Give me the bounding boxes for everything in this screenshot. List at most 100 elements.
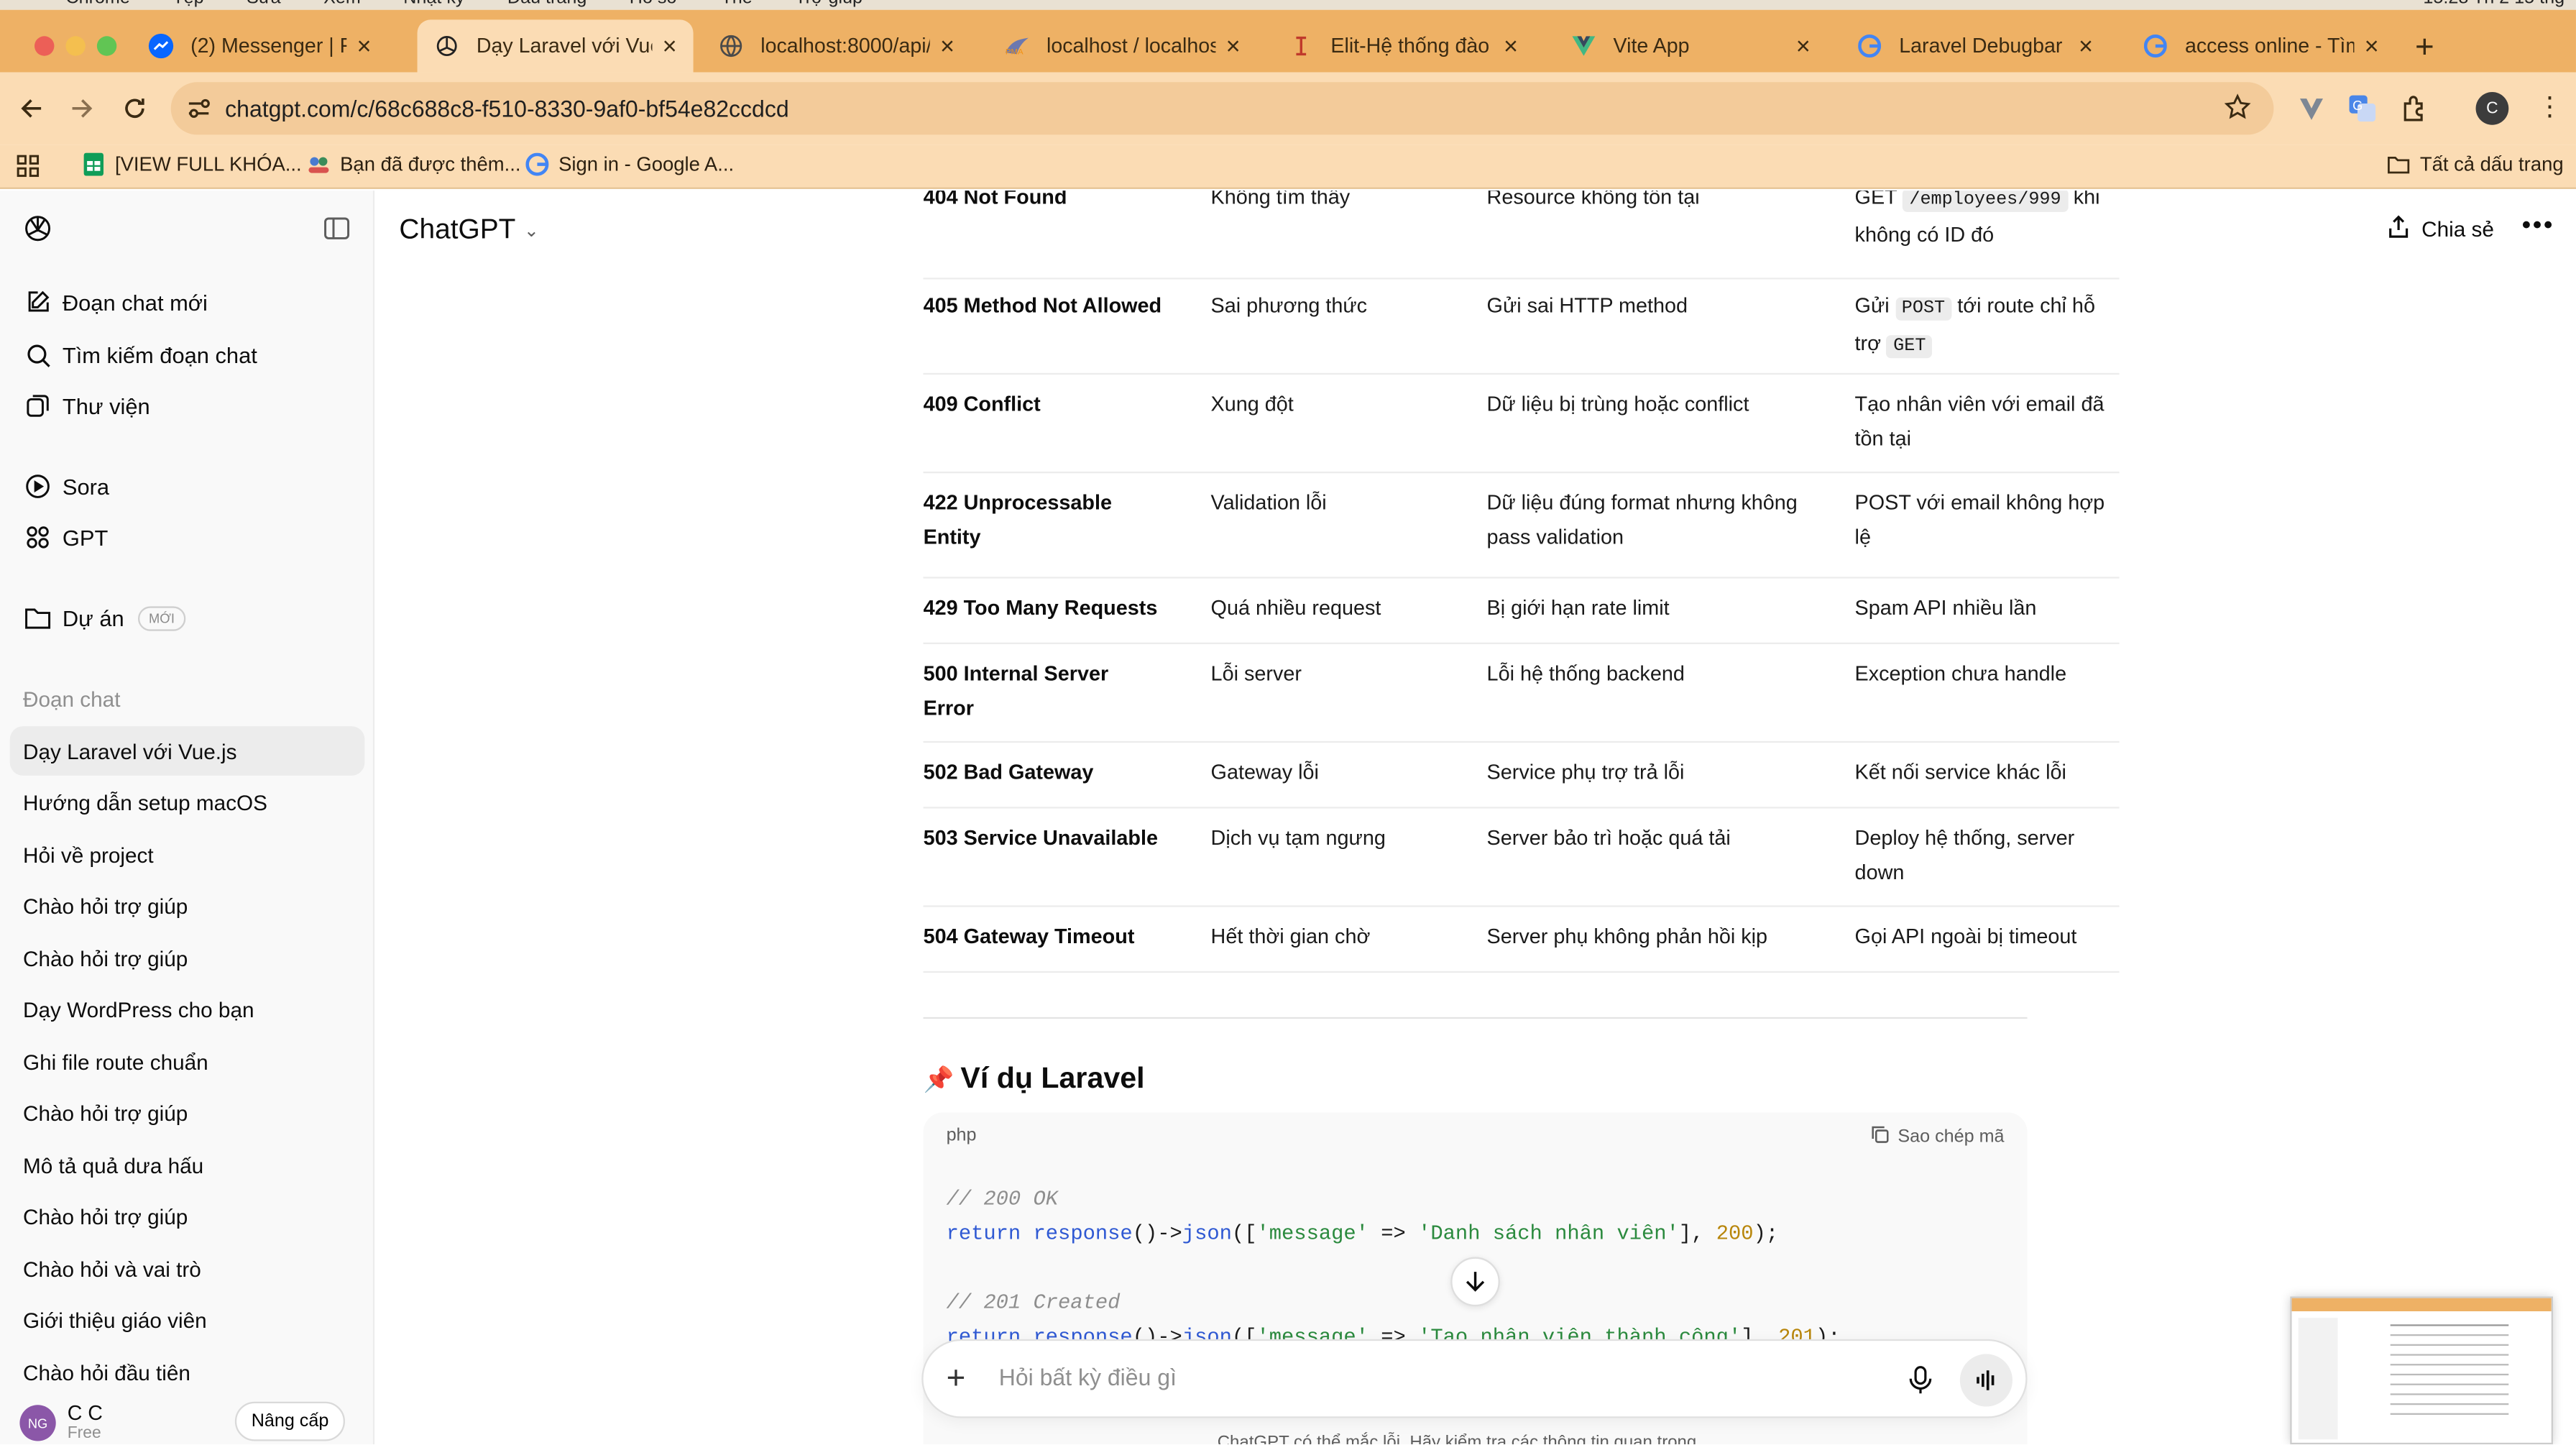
new-tab-button[interactable]: +: [2415, 31, 2434, 64]
chat-item[interactable]: Chào hỏi trợ giúp: [10, 933, 365, 983]
apps-grid-icon[interactable]: [17, 155, 40, 185]
voice-mode-button[interactable]: [1959, 1354, 2012, 1407]
chat-item[interactable]: Mô tả quả dưa hấu: [10, 1140, 365, 1190]
chat-item[interactable]: Giới thiệu giáo viên: [10, 1295, 365, 1345]
menu-item[interactable]: Xem: [323, 0, 361, 8]
code-token: 'Danh sách nhân viên': [1418, 1222, 1679, 1246]
menu-item[interactable]: Sửa: [247, 0, 281, 8]
reload-button[interactable]: [119, 92, 152, 125]
openai-logo-icon[interactable]: [23, 214, 52, 252]
browser-tab[interactable]: Laravel Debugbar Chr ×: [1840, 19, 2110, 72]
chrome-menu-icon[interactable]: ⋮: [2536, 91, 2563, 124]
browser-tab[interactable]: Elit-Hệ thống đào tạo t ×: [1271, 19, 1535, 72]
menu-item[interactable]: Hồ sơ: [630, 0, 678, 8]
prompt-input[interactable]: [998, 1364, 1821, 1390]
sidebar-item-tim-kiem-doan-chat[interactable]: Tìm kiếm đoạn chat: [10, 330, 365, 380]
google-icon: [2143, 33, 2169, 60]
chat-item[interactable]: Hỏi về project: [10, 830, 365, 879]
minimize-window-button[interactable]: [65, 36, 86, 56]
example-cell: Gửi POST tới route chỉ hỗ trợ GET: [1855, 289, 2118, 364]
screenshot-thumbnail[interactable]: [2290, 1296, 2553, 1445]
zoom-window-button[interactable]: [96, 36, 117, 56]
extensions-icon[interactable]: [2400, 93, 2429, 132]
sidebar: Đoạn chat mới Tìm kiếm đoạn chat Thư viện S…: [0, 191, 375, 1445]
menu-item[interactable]: Thẻ: [721, 0, 752, 8]
cell-line: 504 Gateway Timeout: [923, 925, 1135, 948]
menu-item[interactable]: Trợ giúp: [795, 0, 862, 8]
model-selector[interactable]: ChatGPT ⌄: [399, 214, 538, 247]
chat-item[interactable]: Chào hỏi đầu tiên: [10, 1347, 365, 1397]
extension-v-icon[interactable]: [2296, 93, 2326, 132]
status-code-cell: 405 Method Not Allowed: [924, 289, 1203, 324]
sidebar-item-gpt[interactable]: GPT: [10, 513, 365, 562]
close-tab-icon[interactable]: ×: [1796, 32, 1811, 60]
menu-item[interactable]: Tệp: [172, 0, 203, 8]
forward-button[interactable]: [65, 92, 98, 125]
chat-item[interactable]: Ghi file route chuẩn: [10, 1037, 365, 1086]
upgrade-button[interactable]: Nâng cấp: [234, 1401, 346, 1441]
status-code-cell: 503 Service Unavailable: [924, 822, 1203, 856]
chat-item[interactable]: Dạy Laravel với Vue.js: [9, 726, 365, 776]
share-button[interactable]: Chia sẻ: [2387, 215, 2494, 243]
code-comment: // 200 OK: [946, 1188, 1059, 1211]
cell-line: không có ID đó: [1854, 223, 1995, 247]
chat-item[interactable]: Chào hỏi trợ giúp: [10, 881, 365, 931]
example-cell: POST với email không hợp lệ: [1855, 487, 2118, 556]
bookmark-item[interactable]: Bạn đã được thêm...: [307, 153, 520, 176]
close-tab-icon[interactable]: ×: [357, 32, 372, 60]
code-comment: // 201 Created: [946, 1291, 1121, 1315]
toggle-sidebar-icon[interactable]: [323, 217, 350, 248]
bookmark-item[interactable]: [VIEW FULL KHÓA...: [82, 152, 302, 176]
microphone-icon[interactable]: [1909, 1365, 1932, 1403]
chat-item[interactable]: Dạy WordPress cho bạn: [10, 985, 365, 1035]
close-tab-icon[interactable]: ×: [1226, 32, 1241, 60]
scroll-to-bottom-button[interactable]: [1450, 1257, 1500, 1307]
sidebar-item-thu-vien[interactable]: Thư viện: [10, 381, 365, 431]
meaning-cell: Quá nhiều request: [1210, 596, 1381, 620]
browser-tab[interactable]: access online - Tìm trê ×: [2126, 19, 2396, 72]
bookmark-item[interactable]: Sign in - Google A...: [525, 152, 734, 176]
close-tab-icon[interactable]: ×: [940, 32, 954, 60]
chat-item[interactable]: Chào hỏi trợ giúp: [10, 1088, 365, 1138]
more-options-icon[interactable]: •••: [2522, 212, 2554, 242]
sidebar-item-sora[interactable]: Sora: [10, 462, 365, 511]
translate-icon[interactable]: G: [2347, 93, 2377, 132]
profile-avatar[interactable]: C: [2475, 91, 2509, 125]
address-bar[interactable]: chatgpt.com/c/68c688c8-f510-8330-9af0-bf…: [170, 82, 2274, 135]
back-button[interactable]: [15, 92, 48, 125]
cell-line: Lỗi hệ thống backend: [1486, 662, 1685, 686]
table-row: 500 Internal Server Error Lỗi server Lỗi hệ…: [923, 644, 2120, 743]
close-tab-icon[interactable]: ×: [2079, 32, 2093, 60]
copy-icon: [1872, 1126, 1890, 1149]
disclaimer: ChatGPT có thể mắc lỗi. Hãy kiểm tra các…: [1217, 1433, 1701, 1445]
browser-tab[interactable]: Vite App ×: [1554, 19, 1826, 72]
chat-item[interactable]: Hướng dẫn setup macOS: [10, 778, 365, 827]
tab-label: Dạy Laravel với Vue.js: [476, 34, 653, 58]
menu-items[interactable]: Chrome Tệp Sửa Xem Nhật ký Dấu trang Hồ sơ Thẻ T…: [65, 0, 905, 8]
user-profile[interactable]: NG C C Free: [19, 1403, 103, 1443]
all-bookmarks[interactable]: Tất cả dấu trang: [2387, 153, 2564, 176]
sidebar-item-du-an[interactable]: Dự án MỚI: [10, 593, 365, 643]
browser-tab[interactable]: Dạy Laravel với Vue.js ×: [417, 19, 694, 73]
close-tab-icon[interactable]: ×: [2365, 32, 2379, 60]
menu-item[interactable]: Chrome: [65, 0, 129, 8]
site-info-icon[interactable]: [185, 96, 212, 130]
close-window-button[interactable]: [34, 36, 55, 56]
sidebar-item-doan-chat-moi[interactable]: Đoạn chat mới: [10, 277, 365, 327]
browser-tab[interactable]: localhost:8000/api/em ×: [702, 19, 971, 72]
bookmark-star-icon[interactable]: [2224, 93, 2251, 128]
copy-code-button[interactable]: Sao chép mã: [1872, 1126, 2005, 1149]
browser-tab[interactable]: PMA localhost / localhost / t ×: [988, 19, 1257, 72]
cell-line: Server phụ không phản hồi kịp: [1486, 925, 1768, 948]
chat-item[interactable]: Chào hỏi và vai trò: [10, 1244, 365, 1293]
chevron-down-icon: ⌄: [523, 221, 539, 241]
close-tab-icon[interactable]: ×: [663, 32, 677, 60]
chat-item[interactable]: Chào hỏi trợ giúp: [10, 1192, 365, 1242]
table-row: 404 Not Found Không tìm thấy Resource khôn…: [923, 191, 2120, 280]
browser-tab[interactable]: (2) Messenger | Faceb ×: [132, 19, 388, 72]
menu-item[interactable]: Dấu trang: [507, 0, 586, 8]
menu-item[interactable]: Nhật ký: [403, 0, 464, 8]
add-attachment-button[interactable]: +: [947, 1362, 966, 1395]
example-cell: Kết nối service khác lỗi: [1855, 756, 2118, 790]
close-tab-icon[interactable]: ×: [1504, 32, 1518, 60]
